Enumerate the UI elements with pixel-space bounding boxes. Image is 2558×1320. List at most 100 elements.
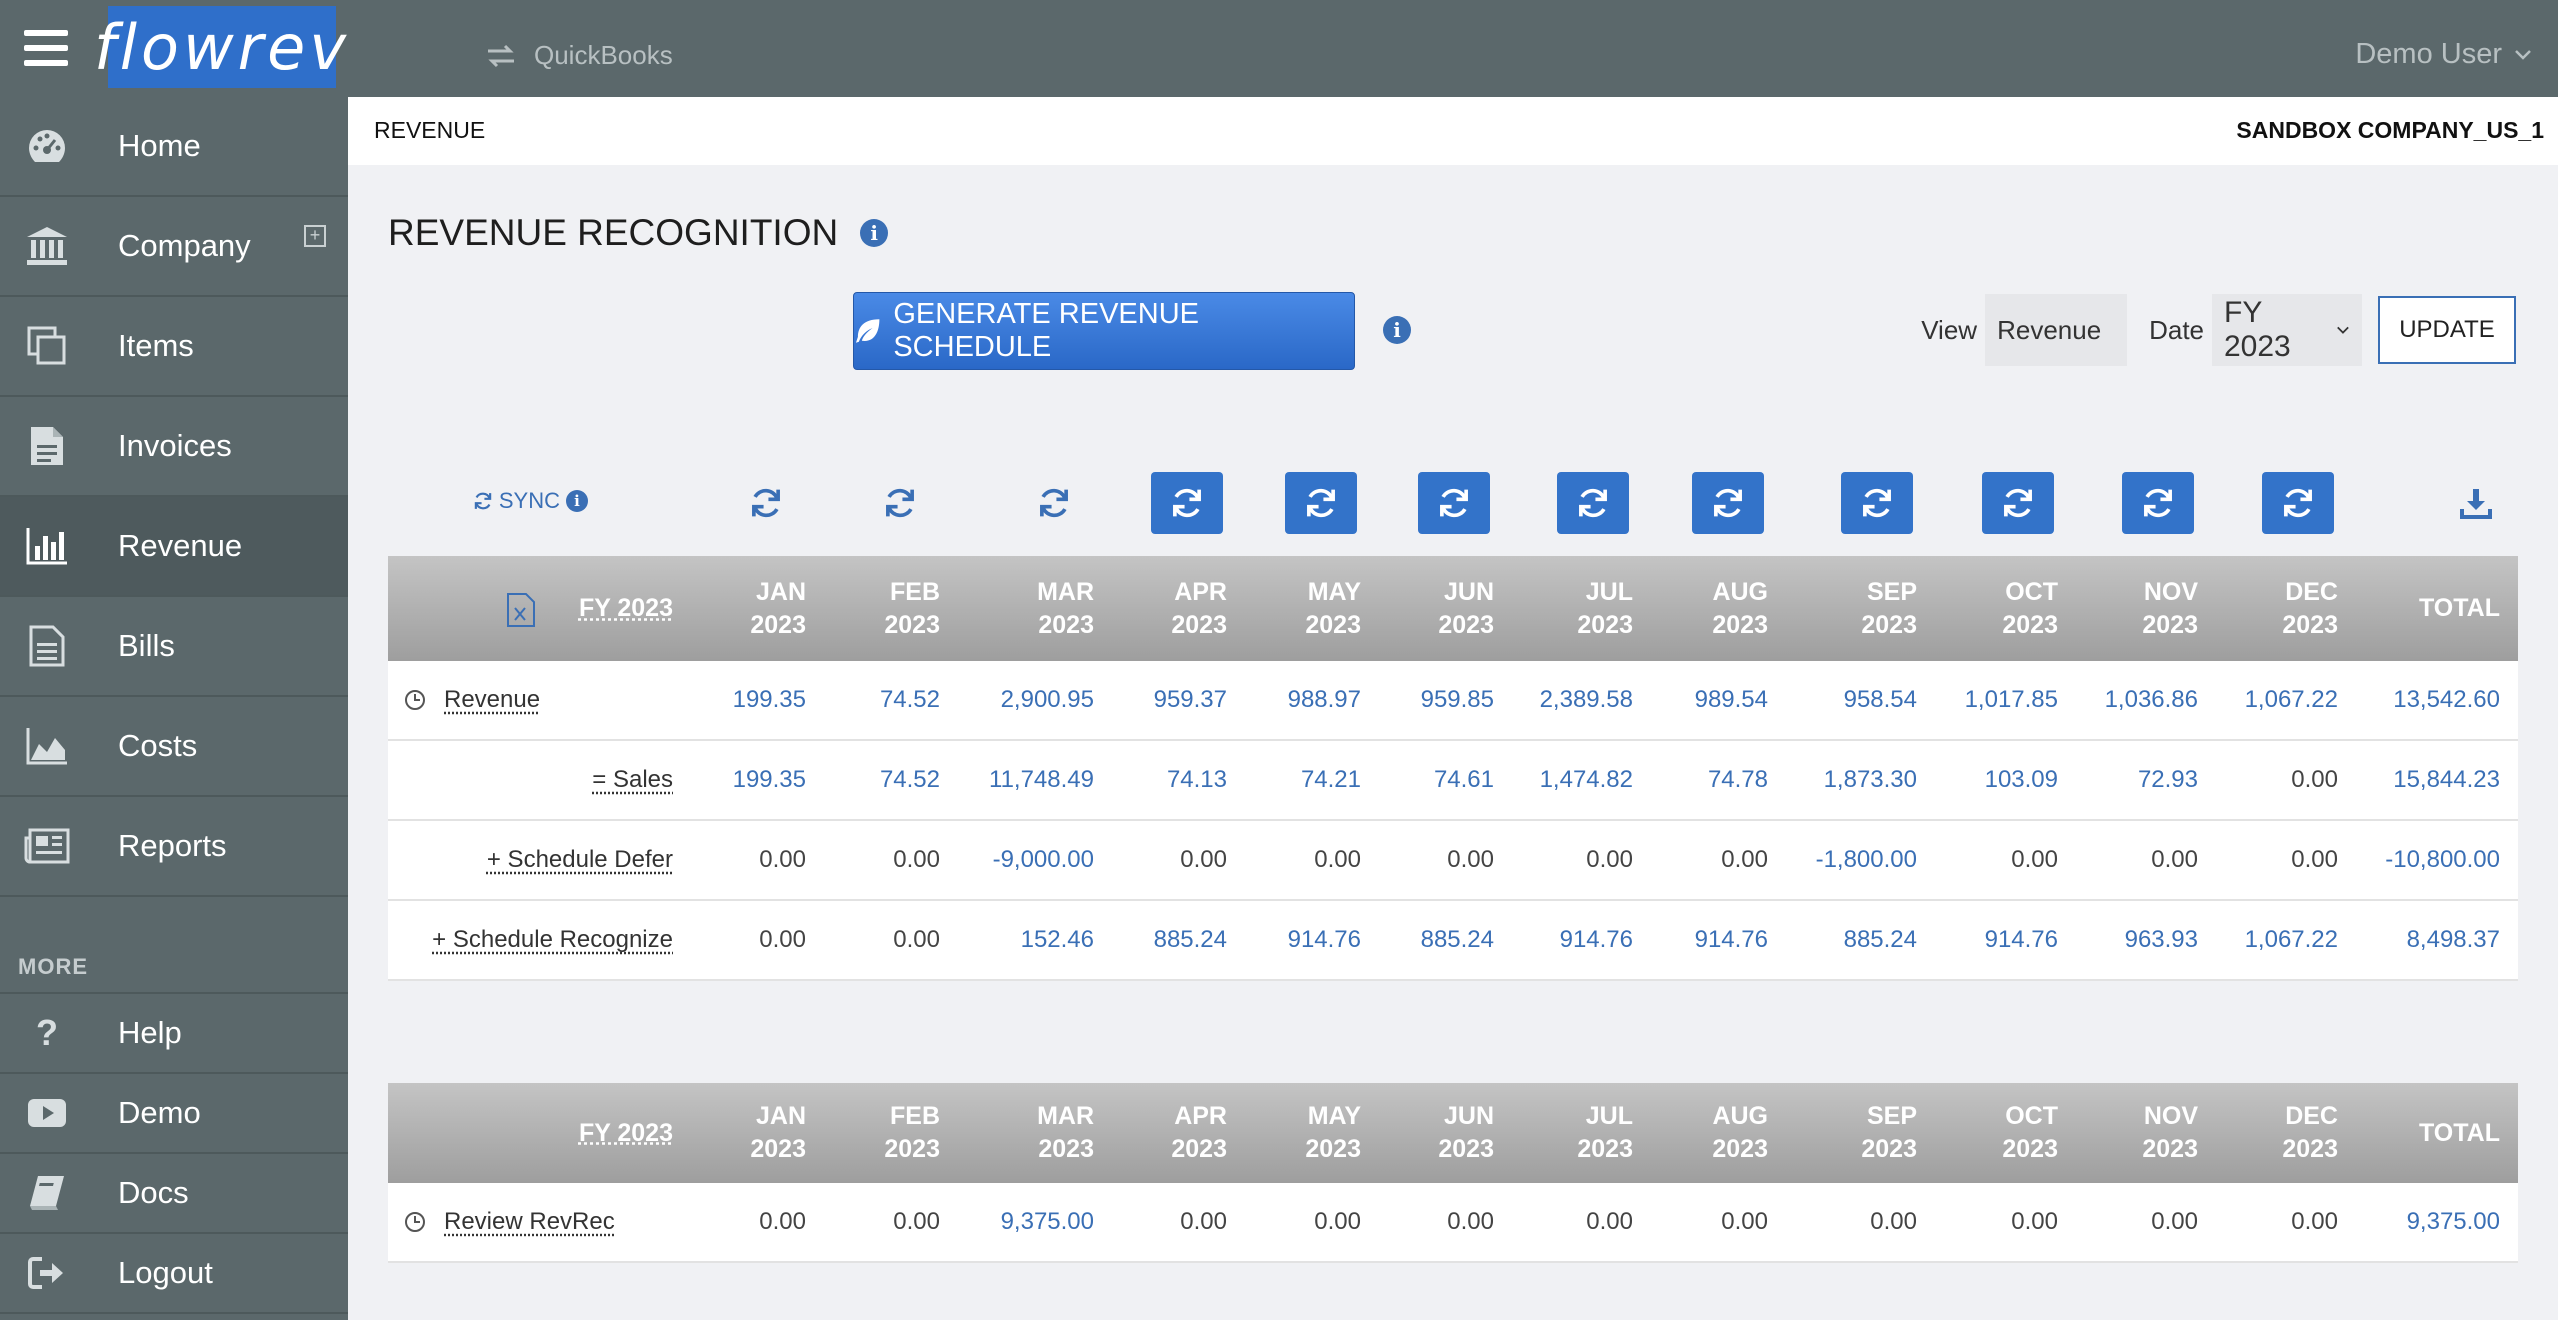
table-cell[interactable]: 963.93 — [2068, 901, 2198, 979]
table-cell[interactable]: 74.61 — [1384, 741, 1494, 819]
table-cell[interactable]: 15,844.23 — [2360, 741, 2500, 819]
refresh-icon[interactable] — [1018, 472, 1090, 534]
table-cell[interactable]: 1,067.22 — [2208, 661, 2338, 739]
table-cell[interactable]: 9,375.00 — [954, 1183, 1094, 1261]
table-cell[interactable]: 74.52 — [830, 741, 940, 819]
row-label[interactable]: + Schedule Recognize — [432, 901, 673, 979]
table-cell[interactable]: 13,542.60 — [2360, 661, 2500, 739]
logo[interactable]: flowrev — [94, 6, 346, 88]
table-cell[interactable]: 885.24 — [1787, 901, 1917, 979]
month-label: FEB — [890, 577, 940, 606]
table-cell: 0.00 — [1721, 1208, 1768, 1235]
fiscal-year-header[interactable]: FY 2023 — [433, 556, 673, 661]
sync-label: SYNC — [498, 488, 560, 513]
breadcrumb: REVENUE — [374, 117, 486, 143]
table-cell[interactable]: 959.85 — [1384, 661, 1494, 739]
header-strip: REVENUE SANDBOX COMPANY_US_1 — [348, 97, 2558, 165]
sidebar-item-invoices[interactable]: Invoices — [0, 397, 348, 497]
month-header: DEC 2023 — [2208, 1083, 2338, 1183]
year-label: 2023 — [1438, 610, 1494, 639]
integration-label: QuickBooks — [534, 40, 673, 70]
refresh-icon[interactable] — [2262, 472, 2334, 534]
table-cell[interactable]: 885.24 — [1117, 901, 1227, 979]
table-cell[interactable]: 9,375.00 — [2360, 1183, 2500, 1261]
table-cell[interactable]: -9,000.00 — [954, 821, 1094, 899]
table-cell[interactable]: 988.97 — [1251, 661, 1361, 739]
clock-icon[interactable] — [404, 689, 426, 716]
table-cell[interactable]: 74.52 — [830, 661, 940, 739]
info-icon[interactable]: i — [860, 219, 889, 247]
table-cell[interactable]: 1,017.85 — [1928, 661, 2058, 739]
table-cell[interactable]: 958.54 — [1787, 661, 1917, 739]
refresh-icon[interactable] — [1982, 472, 2054, 534]
sidebar-item-docs[interactable]: Docs — [0, 1154, 348, 1234]
table-row: + Schedule Defer 0.00 0.00 -9,000.00 0.00 0.0… — [388, 821, 2518, 901]
user-menu[interactable]: Demo User — [2355, 38, 2532, 71]
table-cell[interactable]: 914.76 — [1513, 901, 1633, 979]
sidebar-item-items[interactable]: Items — [0, 297, 348, 397]
table-cell[interactable]: 1,873.30 — [1787, 741, 1917, 819]
sidebar-item-costs[interactable]: Costs — [0, 697, 348, 797]
refresh-icon[interactable] — [730, 472, 802, 534]
row-label[interactable]: Review RevRec — [444, 1183, 615, 1261]
sidebar-item-logout[interactable]: Logout — [0, 1234, 348, 1314]
table-cell[interactable]: 914.76 — [1648, 901, 1768, 979]
sync-info-icon[interactable]: i — [566, 490, 588, 512]
table-cell[interactable]: 8,498.37 — [2360, 901, 2500, 979]
refresh-icon[interactable] — [1285, 472, 1357, 534]
sidebar-item-home[interactable]: Home — [0, 97, 348, 197]
table-cell[interactable]: 74.21 — [1251, 741, 1361, 819]
row-label[interactable]: Revenue — [444, 661, 540, 739]
table-cell[interactable]: 11,748.49 — [954, 741, 1094, 819]
year-label: 2023 — [2282, 610, 2338, 639]
view-select[interactable]: Revenue — [1985, 294, 2128, 366]
sidebar-item-demo[interactable]: Demo — [0, 1074, 348, 1154]
table-cell[interactable]: -10,800.00 — [2360, 821, 2500, 899]
table-cell[interactable]: 103.09 — [1928, 741, 2058, 819]
generate-schedule-button[interactable]: GENERATE REVENUE SCHEDULE — [853, 292, 1355, 370]
refresh-icon[interactable] — [1557, 472, 1629, 534]
table-cell[interactable]: 914.76 — [1251, 901, 1361, 979]
table-cell[interactable]: 1,036.86 — [2068, 661, 2198, 739]
table-cell[interactable]: 914.76 — [1928, 901, 2058, 979]
table-cell[interactable]: 959.37 — [1117, 661, 1227, 739]
refresh-icon[interactable] — [1151, 472, 1223, 534]
table-cell[interactable]: 199.35 — [696, 741, 806, 819]
sidebar-item-bills[interactable]: Bills — [0, 597, 348, 697]
row-label[interactable]: + Schedule Defer — [487, 821, 673, 899]
table-cell[interactable]: 885.24 — [1384, 901, 1494, 979]
refresh-icon[interactable] — [2122, 472, 2194, 534]
add-company-icon[interactable]: + — [304, 225, 326, 247]
table-cell[interactable]: 1,474.82 — [1513, 741, 1633, 819]
generate-info-icon[interactable]: i — [1383, 316, 1411, 344]
clock-icon[interactable] — [404, 1211, 426, 1238]
download-icon[interactable] — [2440, 472, 2512, 534]
update-button[interactable]: UPDATE — [2378, 296, 2516, 364]
row-label[interactable]: = Sales — [592, 741, 673, 819]
fiscal-year-header[interactable]: FY 2023 — [433, 1083, 673, 1183]
table-cell[interactable]: 74.13 — [1117, 741, 1227, 819]
refresh-icon[interactable] — [1418, 472, 1490, 534]
table-cell[interactable]: 2,900.95 — [954, 661, 1094, 739]
refresh-icon[interactable] — [1692, 472, 1764, 534]
table-cell[interactable]: 72.93 — [2068, 741, 2198, 819]
refresh-icon[interactable] — [864, 472, 936, 534]
table-cell[interactable]: 152.46 — [954, 901, 1094, 979]
table-cell[interactable]: 74.78 — [1648, 741, 1768, 819]
year-label: 2023 — [2282, 1135, 2338, 1163]
menu-icon[interactable] — [24, 30, 68, 66]
integration-link[interactable]: QuickBooks — [486, 40, 673, 71]
table-cell[interactable]: 199.35 — [696, 661, 806, 739]
sync-button[interactable]: SYNC i — [473, 488, 588, 514]
table-cell[interactable]: -1,800.00 — [1787, 821, 1917, 899]
date-select[interactable]: FY 2023 — [2212, 294, 2362, 366]
table-cell[interactable]: 989.54 — [1648, 661, 1768, 739]
refresh-icon[interactable] — [1841, 472, 1913, 534]
sidebar-item-company[interactable]: Company + — [0, 197, 348, 297]
sidebar-item-reports[interactable]: Reports — [0, 797, 348, 897]
table-cell[interactable]: 1,067.22 — [2208, 901, 2338, 979]
table-cell[interactable]: 2,389.58 — [1513, 661, 1633, 739]
table-cell: 0.00 — [2151, 1208, 2198, 1235]
sidebar-item-revenue[interactable]: Revenue — [0, 497, 348, 597]
sidebar-item-help[interactable]: ? Help — [0, 994, 348, 1074]
